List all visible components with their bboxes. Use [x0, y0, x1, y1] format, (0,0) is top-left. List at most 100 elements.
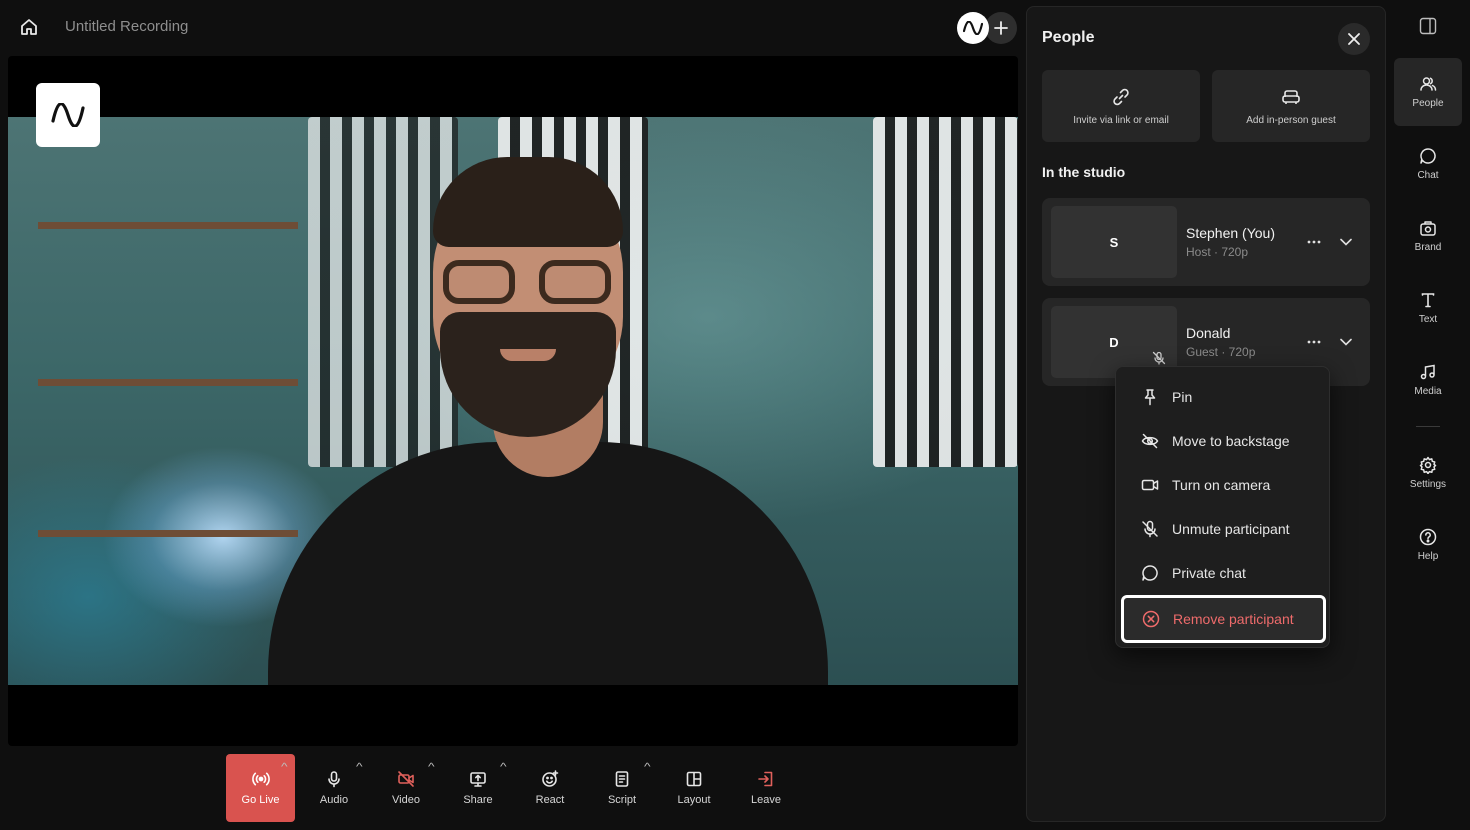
sofa-icon	[1281, 87, 1301, 107]
layout-label: Layout	[677, 794, 711, 806]
broadcast-icon	[251, 770, 270, 788]
menu-item-label: Move to backstage	[1172, 433, 1290, 449]
chevron-up-icon[interactable]: ^	[500, 762, 507, 773]
share-label: Share	[463, 794, 493, 806]
wall-panel	[873, 117, 1018, 467]
more-options-icon[interactable]	[1304, 232, 1324, 252]
sidebar-toggle-icon[interactable]	[1418, 16, 1438, 36]
rail-label: Help	[1417, 551, 1439, 562]
avatar: S	[1051, 206, 1177, 278]
person	[268, 157, 828, 685]
brand-icon	[1419, 219, 1437, 237]
control-bar: ^ Go Live ^ Audio ^ Video ^ Share React …	[226, 754, 802, 822]
chat-icon	[1419, 147, 1437, 165]
participant-meta: Guest · 720p	[1186, 345, 1256, 359]
audio-label: Audio	[319, 794, 349, 806]
go-live-label: Go Live	[241, 794, 280, 806]
rail-label: People	[1412, 98, 1444, 109]
section-title: In the studio	[1042, 164, 1126, 180]
add-guest-label: Add in-person guest	[1246, 114, 1336, 126]
leave-button[interactable]: Leave	[730, 754, 802, 822]
top-bar: Untitled Recording	[0, 0, 1020, 56]
recording-title[interactable]: Untitled Recording	[65, 18, 188, 35]
right-rail: People Chat Brand Text Media Settings He…	[1390, 0, 1470, 830]
mic-off-icon	[1140, 519, 1160, 539]
rail-item-people[interactable]: People	[1394, 58, 1462, 126]
participant-card[interactable]: S Stephen (You) Host · 720p	[1042, 198, 1370, 286]
participant-meta: Host · 720p	[1186, 245, 1249, 259]
react-label: React	[535, 794, 565, 806]
text-icon	[1419, 291, 1437, 309]
add-icon[interactable]	[985, 12, 1017, 44]
chat-bubble-icon	[1140, 563, 1160, 583]
rail-item-media[interactable]: Media	[1394, 346, 1462, 414]
menu-item-unmute-participant[interactable]: Unmute participant	[1124, 509, 1323, 549]
rail-label: Media	[1414, 386, 1442, 397]
rail-label: Chat	[1417, 170, 1439, 181]
chevron-up-icon[interactable]: ^	[428, 762, 435, 773]
exit-icon	[757, 770, 775, 788]
menu-item-label: Turn on camera	[1172, 477, 1271, 493]
eye-off-icon	[1140, 431, 1160, 451]
invite-label: Invite via link or email	[1073, 114, 1169, 126]
rail-item-settings[interactable]: Settings	[1394, 439, 1462, 507]
participant-context-menu: Pin Move to backstage Turn on camera Unm…	[1115, 366, 1330, 648]
script-button[interactable]: ^ Script	[586, 754, 658, 822]
layout-button[interactable]: Layout	[658, 754, 730, 822]
rail-divider	[1416, 426, 1440, 427]
shelf	[38, 222, 298, 229]
emoji-icon	[541, 770, 559, 788]
brand-logo-icon[interactable]	[957, 12, 989, 44]
gear-icon	[1419, 456, 1437, 474]
menu-item-private-chat[interactable]: Private chat	[1124, 553, 1323, 593]
shelf	[38, 379, 298, 386]
menu-item-label: Pin	[1172, 389, 1193, 405]
participant-video	[8, 117, 1018, 685]
chevron-down-icon[interactable]	[1336, 332, 1356, 352]
menu-item-move-to-backstage[interactable]: Move to backstage	[1124, 421, 1323, 461]
chevron-down-icon[interactable]	[1336, 232, 1356, 252]
react-button[interactable]: React	[514, 754, 586, 822]
more-options-icon[interactable]	[1304, 332, 1324, 352]
rail-item-chat[interactable]: Chat	[1394, 130, 1462, 198]
stage	[8, 56, 1018, 746]
home-icon[interactable]	[16, 14, 42, 40]
mic-off-icon	[1151, 350, 1167, 366]
menu-item-pin[interactable]: Pin	[1124, 377, 1323, 417]
camera-off-icon	[397, 770, 415, 788]
menu-item-turn-on-camera[interactable]: Turn on camera	[1124, 465, 1323, 505]
add-guest-button[interactable]: Add in-person guest	[1212, 70, 1370, 142]
microphone-icon	[325, 770, 343, 788]
menu-item-label: Unmute participant	[1172, 521, 1290, 537]
layout-icon	[685, 770, 703, 788]
shelf	[38, 530, 298, 537]
help-icon	[1419, 528, 1437, 546]
go-live-button[interactable]: ^ Go Live	[226, 754, 295, 822]
stage-logo-icon	[36, 83, 100, 147]
menu-item-label: Remove participant	[1173, 611, 1294, 627]
script-label: Script	[607, 794, 637, 806]
rail-item-text[interactable]: Text	[1394, 274, 1462, 342]
menu-item-remove-participant[interactable]: Remove participant	[1121, 595, 1326, 643]
chevron-up-icon[interactable]: ^	[644, 762, 651, 773]
rail-label: Brand	[1414, 242, 1442, 253]
invite-button[interactable]: Invite via link or email	[1042, 70, 1200, 142]
rail-label: Text	[1418, 314, 1438, 325]
video-button[interactable]: ^ Video	[370, 754, 442, 822]
people-icon	[1419, 75, 1437, 93]
link-icon	[1111, 87, 1131, 107]
participant-name: Donald	[1186, 325, 1231, 341]
chevron-up-icon[interactable]: ^	[281, 762, 288, 773]
screen-share-icon	[469, 770, 487, 788]
rail-item-brand[interactable]: Brand	[1394, 202, 1462, 270]
close-icon[interactable]	[1338, 23, 1370, 55]
camera-icon	[1140, 475, 1160, 495]
rail-item-help[interactable]: Help	[1394, 511, 1462, 579]
chevron-up-icon[interactable]: ^	[356, 762, 363, 773]
participant-name: Stephen (You)	[1186, 225, 1275, 241]
panel-title: People	[1042, 29, 1095, 46]
script-icon	[613, 770, 631, 788]
audio-button[interactable]: ^ Audio	[298, 754, 370, 822]
share-button[interactable]: ^ Share	[442, 754, 514, 822]
rail-label: Settings	[1409, 479, 1447, 490]
